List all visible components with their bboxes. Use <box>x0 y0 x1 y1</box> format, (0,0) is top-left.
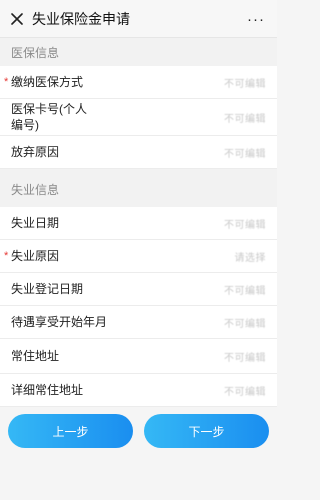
row-label: 医保卡号(个人编号) <box>11 102 87 132</box>
row-residence-address[interactable]: 常住地址 不可编辑 <box>0 339 277 374</box>
row-label: 待遇享受开始年月 <box>11 315 108 329</box>
row-value: 不可编辑 <box>224 148 266 160</box>
row-value: 请选择 <box>234 252 266 264</box>
row-unemployment-date[interactable]: 失业日期 不可编辑 <box>0 207 277 240</box>
row-registration-date[interactable]: 失业登记日期 不可编辑 <box>0 273 277 306</box>
row-value: 不可编辑 <box>224 318 266 330</box>
row-label: 缴纳医保方式 <box>11 75 84 89</box>
row-value: 不可编辑 <box>224 78 266 90</box>
row-unemployment-reason[interactable]: * 失业原因 请选择 <box>0 240 277 273</box>
row-detailed-address[interactable]: 详细常住地址 不可编辑 <box>0 374 277 407</box>
row-value: 不可编辑 <box>224 386 266 398</box>
row-value: 不可编辑 <box>224 113 266 125</box>
medical-info-list: * 缴纳医保方式 不可编辑 医保卡号(个人编号) 不可编辑 放弃原因 不可编辑 <box>0 66 277 169</box>
row-benefit-start-month[interactable]: 待遇享受开始年月 不可编辑 <box>0 306 277 339</box>
row-medical-payment-method[interactable]: * 缴纳医保方式 不可编辑 <box>0 66 277 99</box>
row-label: 放弃原因 <box>11 145 60 159</box>
required-mark: * <box>4 250 9 262</box>
section-title-medical: 医保信息 <box>0 38 277 66</box>
row-value: 不可编辑 <box>224 219 266 231</box>
section-title-unemployment: 失业信息 <box>0 169 277 207</box>
close-icon[interactable] <box>2 0 32 38</box>
row-give-up-reason[interactable]: 放弃原因 不可编辑 <box>0 136 277 169</box>
row-label: 失业原因 <box>11 249 60 263</box>
more-icon[interactable]: ··· <box>247 0 265 38</box>
required-mark: * <box>4 76 9 88</box>
row-medical-card-number[interactable]: 医保卡号(个人编号) 不可编辑 <box>0 99 277 136</box>
row-label: 详细常住地址 <box>11 383 84 397</box>
row-value: 不可编辑 <box>224 285 266 297</box>
page-title: 失业保险金申请 <box>32 10 130 27</box>
row-label: 失业登记日期 <box>11 282 84 296</box>
nav-bar: 失业保险金申请 ··· <box>0 0 277 38</box>
unemployment-info-list: 失业日期 不可编辑 * 失业原因 请选择 失业登记日期 不可编辑 待遇享受开始年… <box>0 207 277 407</box>
row-value: 不可编辑 <box>224 352 266 364</box>
row-label: 常住地址 <box>11 349 60 363</box>
footer-buttons: 上一步 下一步 <box>0 414 277 448</box>
next-step-button[interactable]: 下一步 <box>144 414 269 448</box>
row-label: 失业日期 <box>11 216 60 230</box>
prev-step-button[interactable]: 上一步 <box>8 414 133 448</box>
